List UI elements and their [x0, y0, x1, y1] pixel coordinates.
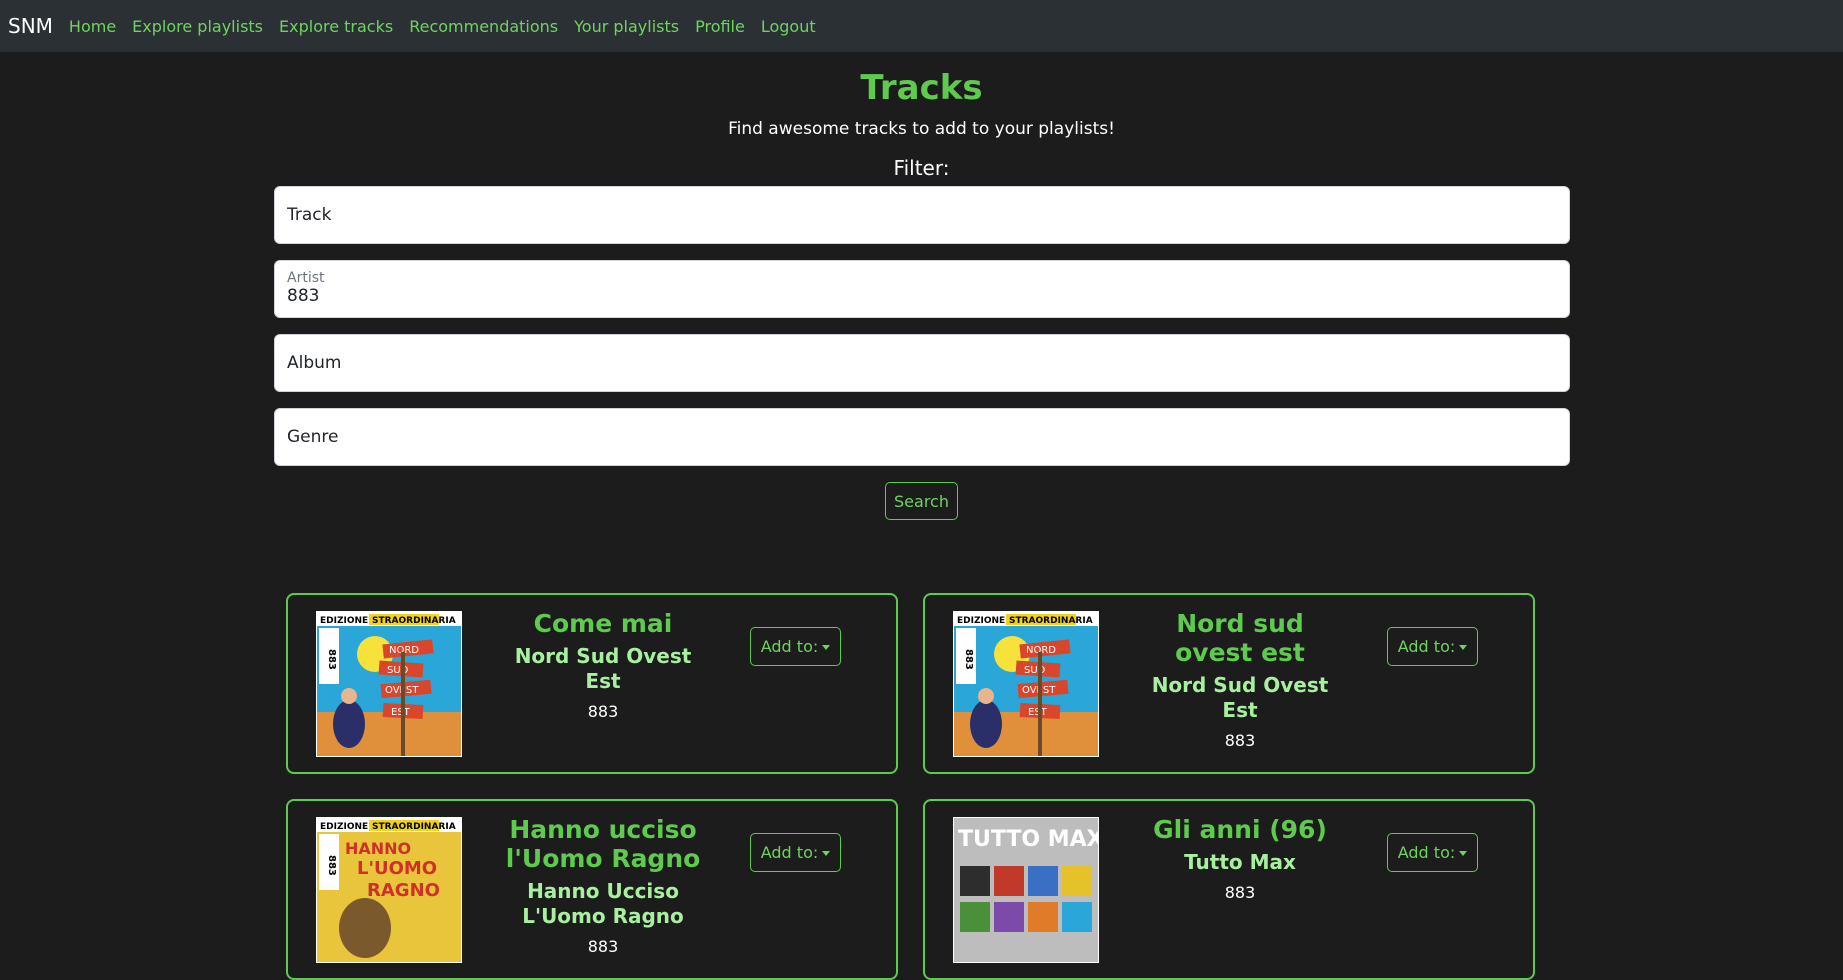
nav-link-home[interactable]: Home — [69, 17, 116, 36]
svg-text:STRAORDINARIA: STRAORDINARIA — [372, 616, 456, 626]
brand-logo[interactable]: SNM — [8, 14, 53, 38]
album-cover-nord-sud-ovest-est: EDIZIONE STRAORDINARIA 883 NORD SUD OVES… — [316, 611, 462, 757]
nav-link-explore-playlists[interactable]: Explore playlists — [132, 17, 263, 36]
svg-text:EDIZIONE: EDIZIONE — [320, 822, 368, 832]
album-cover-nord-sud-ovest-est: EDIZIONE STRAORDINARIA 883 NORD SUD OVES… — [953, 611, 1099, 757]
album-filter-input[interactable] — [287, 335, 1555, 391]
album-filter-field — [274, 334, 1570, 392]
caret-down-icon — [1459, 645, 1468, 650]
svg-text:SUD: SUD — [387, 665, 409, 676]
svg-text:STRAORDINARIA: STRAORDINARIA — [1009, 616, 1093, 626]
add-to-playlist-dropdown[interactable]: Add to: — [750, 627, 841, 666]
track-title: Gli anni (96) — [1153, 815, 1327, 844]
track-info: Hanno ucciso l'Uomo Ragno Hanno Ucciso L… — [498, 815, 708, 957]
nav-link-recommendations[interactable]: Recommendations — [409, 17, 558, 36]
track-filter-field — [274, 186, 1570, 244]
artist-name: 883 — [1224, 883, 1256, 902]
svg-text:SUD: SUD — [1024, 665, 1046, 676]
add-to-label: Add to: — [760, 637, 819, 656]
track-filter-input[interactable] — [287, 187, 1555, 243]
svg-text:883: 883 — [326, 855, 337, 876]
add-to-playlist-dropdown[interactable]: Add to: — [1387, 627, 1478, 666]
add-to-label: Add to: — [1397, 843, 1456, 862]
album-name: Nord Sud Ovest Est — [514, 644, 692, 693]
nav-link-logout[interactable]: Logout — [761, 17, 816, 36]
svg-text:HANNO: HANNO — [345, 839, 411, 858]
artist-name: 883 — [587, 937, 619, 956]
search-button[interactable]: Search — [885, 482, 958, 520]
svg-text:EST: EST — [391, 707, 411, 718]
caret-down-icon — [822, 645, 831, 650]
artist-name: 883 — [1224, 731, 1256, 750]
album-name: Hanno Ucciso L'Uomo Ragno — [522, 879, 684, 928]
add-to-label: Add to: — [1397, 637, 1456, 656]
album-cover-hanno-ucciso: EDIZIONE STRAORDINARIA 883 HANNO L'UOMO … — [316, 817, 462, 963]
track-info: Gli anni (96) Tutto Max 883 — [1135, 815, 1345, 903]
caret-down-icon — [822, 851, 831, 856]
svg-text:EDIZIONE: EDIZIONE — [957, 616, 1005, 626]
track-title: Come mai — [533, 609, 673, 638]
page-title: Tracks — [860, 68, 983, 108]
svg-text:883: 883 — [963, 649, 974, 670]
svg-text:883: 883 — [326, 649, 337, 670]
svg-text:STRAORDINARIA: STRAORDINARIA — [372, 822, 456, 832]
svg-text:EST: EST — [1028, 707, 1048, 718]
add-to-playlist-dropdown[interactable]: Add to: — [750, 833, 841, 872]
nav-link-profile[interactable]: Profile — [695, 17, 745, 36]
album-name: Tutto Max — [1184, 850, 1296, 874]
svg-text:EDIZIONE: EDIZIONE — [320, 616, 368, 626]
add-to-label: Add to: — [760, 843, 819, 862]
track-title: Hanno ucciso l'Uomo Ragno — [505, 815, 701, 873]
nav-link-your-playlists[interactable]: Your playlists — [574, 17, 679, 36]
page-subtitle: Find awesome tracks to add to your playl… — [728, 119, 1115, 139]
artist-filter-field: Artist — [274, 260, 1570, 318]
artist-name: 883 — [587, 702, 619, 721]
navbar: SNM Home Explore playlists Explore track… — [0, 0, 1843, 52]
track-info: Nord sud ovest est Nord Sud Ovest Est 88… — [1135, 609, 1345, 751]
track-card: EDIZIONE STRAORDINARIA 883 NORD SUD OVES… — [923, 593, 1535, 774]
track-title: Nord sud ovest est — [1175, 609, 1305, 667]
track-card: TUTTO MAX Gli anni (96) Tutto Max 883 Ad… — [923, 799, 1535, 980]
svg-text:TUTTO MAX: TUTTO MAX — [958, 827, 1098, 852]
track-card: EDIZIONE STRAORDINARIA 883 HANNO L'UOMO … — [286, 799, 898, 980]
caret-down-icon — [1459, 851, 1468, 856]
genre-filter-field — [274, 408, 1570, 466]
add-to-playlist-dropdown[interactable]: Add to: — [1387, 833, 1478, 872]
artist-filter-input[interactable] — [287, 281, 1555, 311]
svg-text:RAGNO: RAGNO — [367, 880, 440, 901]
filter-label: Filter: — [893, 156, 950, 180]
album-name: Nord Sud Ovest Est — [1151, 673, 1329, 722]
genre-filter-input[interactable] — [287, 409, 1555, 465]
track-info: Come mai Nord Sud Ovest Est 883 — [498, 609, 708, 722]
svg-text:L'UOMO: L'UOMO — [357, 858, 437, 879]
track-card: EDIZIONE STRAORDINARIA 883 NORD SUD OVES… — [286, 593, 898, 774]
nav-link-explore-tracks[interactable]: Explore tracks — [279, 17, 393, 36]
album-cover-tutto-max: TUTTO MAX — [953, 817, 1099, 963]
page-header: Tracks Find awesome tracks to add to you… — [0, 52, 1843, 180]
